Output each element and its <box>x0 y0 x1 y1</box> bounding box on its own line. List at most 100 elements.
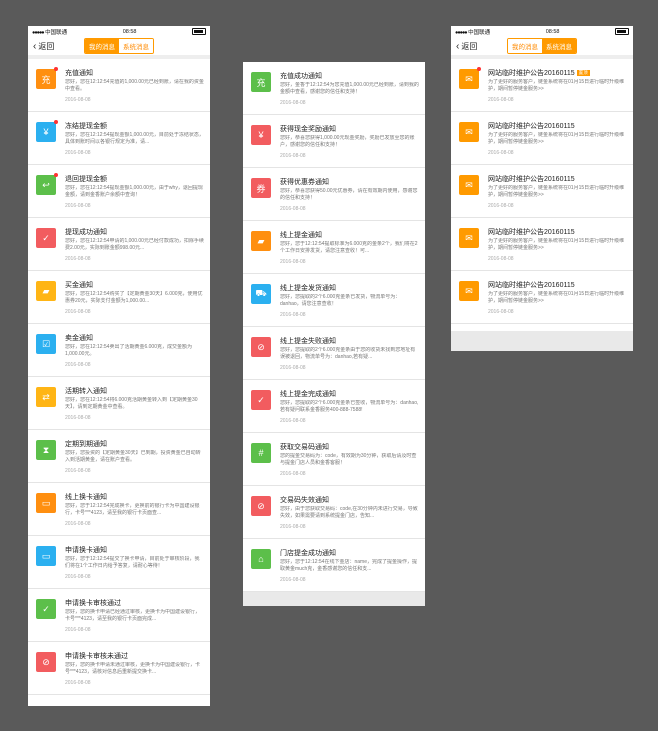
pinned-badge: 置顶 <box>576 70 590 76</box>
message-date: 2016-08-08 <box>488 309 514 315</box>
message-body: 您好，您的换卡申请已经通过审核，更换卡为中国建设银行，卡号***4123，请至我… <box>65 609 201 622</box>
message-item[interactable]: ▰ 买金通知 您好，您在12:12:54购买了【定期黄金30天】6.000克，使用优… <box>28 271 210 324</box>
message-title: 门店提金成功通知 <box>280 548 419 558</box>
clock: 08:58 <box>122 28 137 35</box>
message-item[interactable]: ↩ 退回提现金额 您好，您在12:12:54提现金额1,000.00元，由于why，… <box>28 165 210 218</box>
message-item[interactable]: ✓ 提现成功通知 您好，您在12:12:54申请的1,000.00元已经付款成功，扣… <box>28 218 210 271</box>
message-item[interactable]: ✉ 网站临时维护公告20160115 为了更好的服务客户，链金系统将在01月15日进… <box>451 112 633 165</box>
message-title-text: 卖金通知 <box>65 335 93 342</box>
message-title: 活期转入通知 <box>65 386 204 396</box>
message-item[interactable]: ✉ 网站临时维护公告20160115 为了更好的服务客户，链金系统将在01月15日进… <box>451 271 633 324</box>
message-title-text: 网站临时维护公告20160115 <box>488 123 575 130</box>
charge-icon: 充 <box>36 69 56 89</box>
message-title-text: 网站临时维护公告20160115 <box>488 229 575 236</box>
message-item[interactable]: 充 充值通知 您好，您在12:12:54充值的1,000.00元已经到账，请在我的资… <box>28 59 210 112</box>
message-item[interactable]: ✓ 线上提金完成通知 您好，您提取的2个6.000克金条已签收，物流单号为：danh… <box>243 380 425 433</box>
message-item[interactable]: ⧗ 定期到期通知 您好，您投资的【定期黄金30天】已到期，投资黄金已自动转入到活期黄… <box>28 430 210 483</box>
message-title-text: 申请换卡审核未通过 <box>65 653 128 660</box>
message-title-text: 提现成功通知 <box>65 229 107 236</box>
message-title-text: 充值通知 <box>65 70 93 77</box>
chevron-left-icon: ‹ <box>33 40 37 52</box>
message-title: 冻结提现金额 <box>65 121 204 131</box>
message-title: 买金通知 <box>65 280 204 290</box>
gold-pickup-icon: ▰ <box>251 231 271 251</box>
message-date: 2016-08-08 <box>65 627 91 633</box>
message-date: 2016-08-08 <box>280 418 306 424</box>
message-body: 您好，您于12:12:54完成换卡，更换前的银行卡为中国建设银行，卡号***41… <box>65 503 200 516</box>
carrier-label: 中国联通 <box>468 29 491 36</box>
message-date: 2016-08-08 <box>65 97 91 103</box>
message-item[interactable]: ¥ 冻结提现金额 您好，您在12:12:54提现金额1,000.00元，目前处于冻结… <box>28 112 210 165</box>
message-item[interactable]: ✓ 申请换卡审核通过 您好，您的换卡申请已经通过审核，更换卡为中国建设银行，卡号**… <box>28 589 210 642</box>
message-body: 为了更好的服务客户，链金系统将在01月15日进行临时升级维护，期间暂停链金服务>… <box>488 238 625 251</box>
message-title-text: 网站临时维护公告20160115 <box>488 176 575 183</box>
message-date: 2016-08-08 <box>488 150 514 156</box>
cash-reward-icon: ¥ <box>251 125 271 145</box>
message-date: 2016-08-08 <box>280 471 306 477</box>
tab-my-messages[interactable]: 我的消息 <box>85 39 119 53</box>
message-item[interactable]: ✉ 网站临时维护公告20160115 为了更好的服务客户，链金系统将在01月15日进… <box>451 218 633 271</box>
message-title: 申请换卡审核通过 <box>65 598 204 608</box>
back-button[interactable]: ‹ 返回 <box>456 41 477 52</box>
message-item[interactable]: ✉ 网站临时维护公告20160115 为了更好的服务客户，链金系统将在01月15日进… <box>451 165 633 218</box>
message-title-text: 网站临时维护公告20160115 <box>488 70 575 77</box>
message-item[interactable]: ⛟ 线上提金发货通知 您好，您提取的2个6.000克金条已发货，物流单号为：danh… <box>243 274 425 327</box>
clock: 08:58 <box>545 28 560 35</box>
message-date: 2016-08-08 <box>280 365 306 371</box>
message-item[interactable]: ⇄ 活期转入通知 您好，您在12:12:54将6.000克活期黄金转入到【定期黄金3… <box>28 377 210 430</box>
signal-icon: ●●●●● <box>32 29 45 36</box>
message-item[interactable]: ▰ 线上提金通知 您好，您于12:12:54提取标准为6.000克的金条2个，我们将… <box>243 221 425 274</box>
message-body: 您好，您在12:12:54提现金额1,000.00元，目前处于冻结状态，具体到账… <box>65 132 204 145</box>
tab-system-messages[interactable]: 系统消息 <box>542 39 576 53</box>
message-item[interactable]: 充 充值成功通知 您好，金香于12:12:54为您充值1,000.00元已经到账，请… <box>243 62 425 115</box>
status-bar: ●●●●● 中国联通 08:58 <box>28 26 210 37</box>
message-title-text: 线上提金发货通知 <box>280 285 336 292</box>
phone-screen-messages-continued: 充 充值成功通知 您好，金香于12:12:54为您充值1,000.00元已经到账，请… <box>243 62 425 606</box>
tab-my-messages[interactable]: 我的消息 <box>508 39 542 53</box>
message-title: 网站临时维护公告20160115 <box>488 121 627 131</box>
back-button[interactable]: ‹ 返回 <box>33 41 54 52</box>
card-rejected-icon: ⊘ <box>36 652 56 672</box>
message-item[interactable]: ✉ 网站临时维护公告20160115 置顶 为了更好的服务客户，链金系统将在01月15… <box>451 59 633 112</box>
message-title: 线上提金失败通知 <box>280 336 419 346</box>
message-body: 为了更好的服务客户，链金系统将在01月15日进行临时升级维护，期间暂停链金服务>… <box>488 291 625 304</box>
message-title: 线上提金发货通知 <box>280 283 419 293</box>
message-item[interactable]: 券 获得优惠券通知 您好，恭喜您获得50.00元优惠券，请在有效期内使用，感谢您的信… <box>243 168 425 221</box>
message-date: 2016-08-08 <box>65 256 91 262</box>
message-body: 您好，您于12:12:54在线下金店：name，完成了提金操作，提取黄金much… <box>280 559 417 572</box>
message-title-text: 定期到期通知 <box>65 441 107 448</box>
withdraw-success-icon: ✓ <box>36 228 56 248</box>
message-title: 网站临时维护公告20160115 置顶 <box>488 68 627 78</box>
message-item[interactable]: ▭ 申请换卡通知 您好，您于12:12:54提交了换卡申请，目前处于审核阶段，我们将… <box>28 536 210 589</box>
nav-bar: ‹ 返回 我的消息 系统消息 <box>28 37 210 55</box>
message-date: 2016-08-08 <box>65 521 91 527</box>
unread-dot <box>54 173 58 177</box>
message-title: 申请换卡通知 <box>65 545 204 555</box>
message-title: 交易码失效通知 <box>280 495 419 505</box>
coupon-icon: 券 <box>251 178 271 198</box>
message-title: 网站临时维护公告20160115 <box>488 174 627 184</box>
message-item[interactable]: ⊘ 申请换卡审核未通过 您好，您的换卡申请未通过审核，更换卡为中国建设银行，卡号**… <box>28 642 210 695</box>
back-label: 返回 <box>461 42 478 51</box>
message-item[interactable]: ⊘ 交易码失效通知 您好，由于您获取交易码：code,在30分钟内未进行交易，导致失… <box>243 486 425 539</box>
message-date: 2016-08-08 <box>65 468 91 474</box>
message-body: 您好，您在12:12:54购买了【定期黄金30天】6.000克，使用优惠券20元… <box>65 291 203 304</box>
message-tabs: 我的消息 系统消息 <box>84 38 154 54</box>
message-item[interactable]: ¥ 获得现金奖励通知 您好，恭喜您获得1,000.00元现金奖励，奖励已发放至您的账… <box>243 115 425 168</box>
message-item[interactable]: ▭ 线上换卡通知 您好，您于12:12:54完成换卡，更换前的银行卡为中国建设银行，… <box>28 483 210 536</box>
message-title: 线上提金通知 <box>280 230 419 240</box>
message-title-text: 申请换卡通知 <box>65 547 107 554</box>
message-title-text: 线上提金完成通知 <box>280 391 336 398</box>
message-title: 线上换卡通知 <box>65 492 204 502</box>
message-title: 提现成功通知 <box>65 227 204 237</box>
delivery-truck-icon: ⛟ <box>251 284 271 304</box>
message-item[interactable]: ⊘ 线上提金失败通知 您好，您提取的2个6.000克金条由于您的收货未找到您地址有误… <box>243 327 425 380</box>
message-item[interactable]: ⌂ 门店提金成功通知 您好，您于12:12:54在线下金店：name，完成了提金操作… <box>243 539 425 592</box>
message-item[interactable]: # 获取交易码通知 您的提金交易码为：code，有效期为30分钟，获取后请及时查与提… <box>243 433 425 486</box>
message-item[interactable]: ☑ 卖金通知 您好，您在12:12:54卖出了活期黄金6.000克，成交金额为1,0… <box>28 324 210 377</box>
message-body: 您好，金香于12:12:54为您充值1,000.00元已经到账，请到我的金额中查… <box>280 82 419 95</box>
tab-system-messages[interactable]: 系统消息 <box>119 39 153 53</box>
message-date: 2016-08-08 <box>65 574 91 580</box>
message-title-text: 门店提金成功通知 <box>280 550 336 557</box>
message-title-text: 退回提现金额 <box>65 176 107 183</box>
